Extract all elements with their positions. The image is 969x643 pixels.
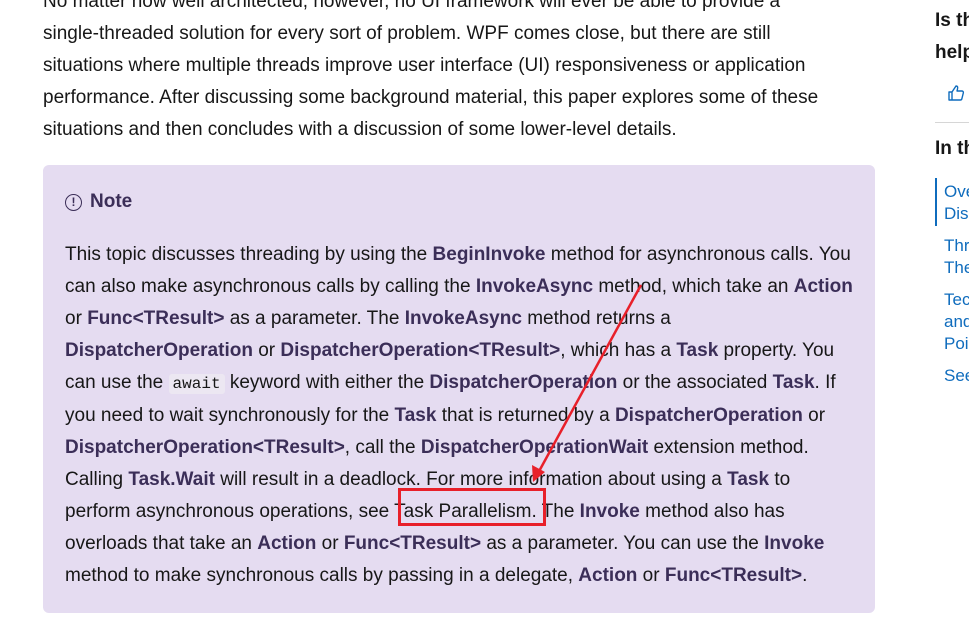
api-term: Invoke: [764, 533, 825, 554]
toc-link[interactable]: Thr: [944, 234, 969, 258]
note-text: method to make synchronous calls by pass…: [65, 565, 579, 586]
toc-link[interactable]: See: [944, 364, 969, 388]
note-body: This topic discusses threading by using …: [65, 239, 855, 592]
toc-link[interactable]: Poi: [944, 332, 969, 356]
note-text: , which has a: [560, 340, 677, 361]
api-term: DispatcherOperation: [614, 405, 803, 426]
api-term: Task: [772, 372, 815, 393]
note-text: or: [316, 533, 344, 554]
intro-line: performance. After discussing some backg…: [43, 87, 819, 108]
note-text: or: [802, 405, 826, 426]
api-term: DispatcherOperation<TResult>: [280, 340, 561, 361]
api-term: Action: [793, 276, 853, 297]
note-text: keyword with either the: [224, 372, 430, 393]
api-term: InvokeAsync: [475, 276, 594, 297]
note-callout: ! Note This topic discusses threading by…: [43, 165, 875, 613]
toc-link[interactable]: Ove: [944, 180, 969, 204]
api-term: Task: [676, 340, 719, 361]
api-term: Invoke: [579, 501, 640, 522]
feedback-question: Is th: [935, 10, 969, 31]
api-term: Task: [394, 405, 437, 426]
api-term: Func<TResult>: [664, 565, 803, 586]
api-term: Task: [727, 469, 770, 490]
info-circle-icon: !: [65, 193, 82, 211]
toc-link[interactable]: and: [944, 310, 969, 334]
task-parallelism-link[interactable]: Task Parallelism: [394, 501, 531, 522]
note-text: as a parameter. The: [224, 308, 405, 329]
note-text: This topic discusses threading by using …: [65, 244, 433, 265]
intro-line: No matter how well architected, however,…: [43, 0, 781, 12]
toc-link[interactable]: Tec: [944, 288, 969, 312]
feedback-question: help: [935, 42, 969, 63]
note-text: or the associated: [617, 372, 773, 393]
note-text: or: [252, 340, 281, 361]
thumbs-up-icon[interactable]: [947, 84, 965, 102]
api-term: Task.Wait: [128, 469, 215, 490]
api-term: Func<TResult>: [87, 308, 225, 329]
intro-line: single-threaded solution for every sort …: [43, 23, 771, 44]
active-indicator: [935, 178, 937, 226]
page: No matter how well architected, however,…: [0, 0, 969, 643]
toc-link[interactable]: The: [944, 256, 969, 280]
api-term: Action: [578, 565, 638, 586]
note-text: will result in a deadlock. For more info…: [214, 469, 728, 490]
api-term: Func<TResult>: [343, 533, 482, 554]
in-this-article-heading: In th: [935, 138, 969, 159]
note-text: method returns a: [521, 308, 671, 329]
intro-line: situations where multiple threads improv…: [43, 55, 806, 76]
note-title: ! Note: [65, 189, 855, 215]
note-text: as a parameter. You can use the: [481, 533, 765, 554]
note-text: . The: [531, 501, 580, 522]
note-text: that is returned by a: [436, 405, 615, 426]
article-content: No matter how well architected, however,…: [43, 0, 875, 146]
intro-line: situations and then concludes with a dis…: [43, 119, 677, 140]
toc-link[interactable]: Dis: [944, 202, 969, 226]
note-text: or: [637, 565, 665, 586]
note-title-text: Note: [90, 191, 133, 212]
rail-divider: [935, 122, 969, 123]
right-rail: Is th help In th Ove Dis Thr The Tec and…: [935, 0, 969, 643]
api-term: InvokeAsync: [404, 308, 522, 329]
note-text: method, which take an: [593, 276, 794, 297]
api-term: Action: [257, 533, 317, 554]
code-await: await: [168, 374, 225, 394]
intro-paragraph: No matter how well architected, however,…: [43, 0, 875, 146]
api-term: BeginInvoke: [432, 244, 546, 265]
note-text: or: [65, 308, 88, 329]
note-text: , call the: [344, 437, 421, 458]
api-term: DispatcherOperation<TResult>: [65, 437, 345, 458]
api-term: DispatcherOperationWait: [420, 437, 649, 458]
note-text: .: [802, 565, 808, 586]
api-term: DispatcherOperation: [65, 340, 253, 361]
api-term: DispatcherOperation: [429, 372, 618, 393]
